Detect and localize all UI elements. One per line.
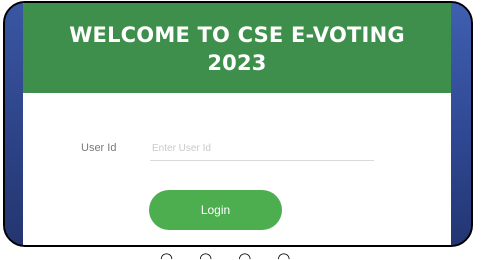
cropped-glyph: ◠ (199, 250, 213, 260)
background-right-panel (451, 3, 471, 245)
user-id-input[interactable] (150, 137, 374, 161)
login-button[interactable]: Login (149, 190, 282, 230)
app-window-frame: WELCOME TO CSE E-VOTING 2023 User Id Log… (3, 1, 473, 247)
login-card: WELCOME TO CSE E-VOTING 2023 User Id Log… (23, 3, 451, 245)
cropped-glyph: ◠ (238, 250, 252, 260)
page-title-line1: WELCOME TO CSE E-VOTING (69, 23, 405, 47)
cropped-glyph: ◠ (277, 250, 291, 260)
page-title-line2: 2023 (207, 51, 267, 75)
cropped-glyph: ◠ (160, 250, 174, 260)
user-id-label: User Id (81, 142, 117, 154)
login-card-header: WELCOME TO CSE E-VOTING 2023 (23, 3, 451, 93)
user-id-row: User Id (23, 135, 451, 165)
screenshot-stage: WELCOME TO CSE E-VOTING 2023 User Id Log… (0, 0, 483, 260)
cropped-bottom-text: ◠ ◠ ◠ ◠ (160, 249, 420, 260)
background-left-panel (5, 3, 25, 245)
